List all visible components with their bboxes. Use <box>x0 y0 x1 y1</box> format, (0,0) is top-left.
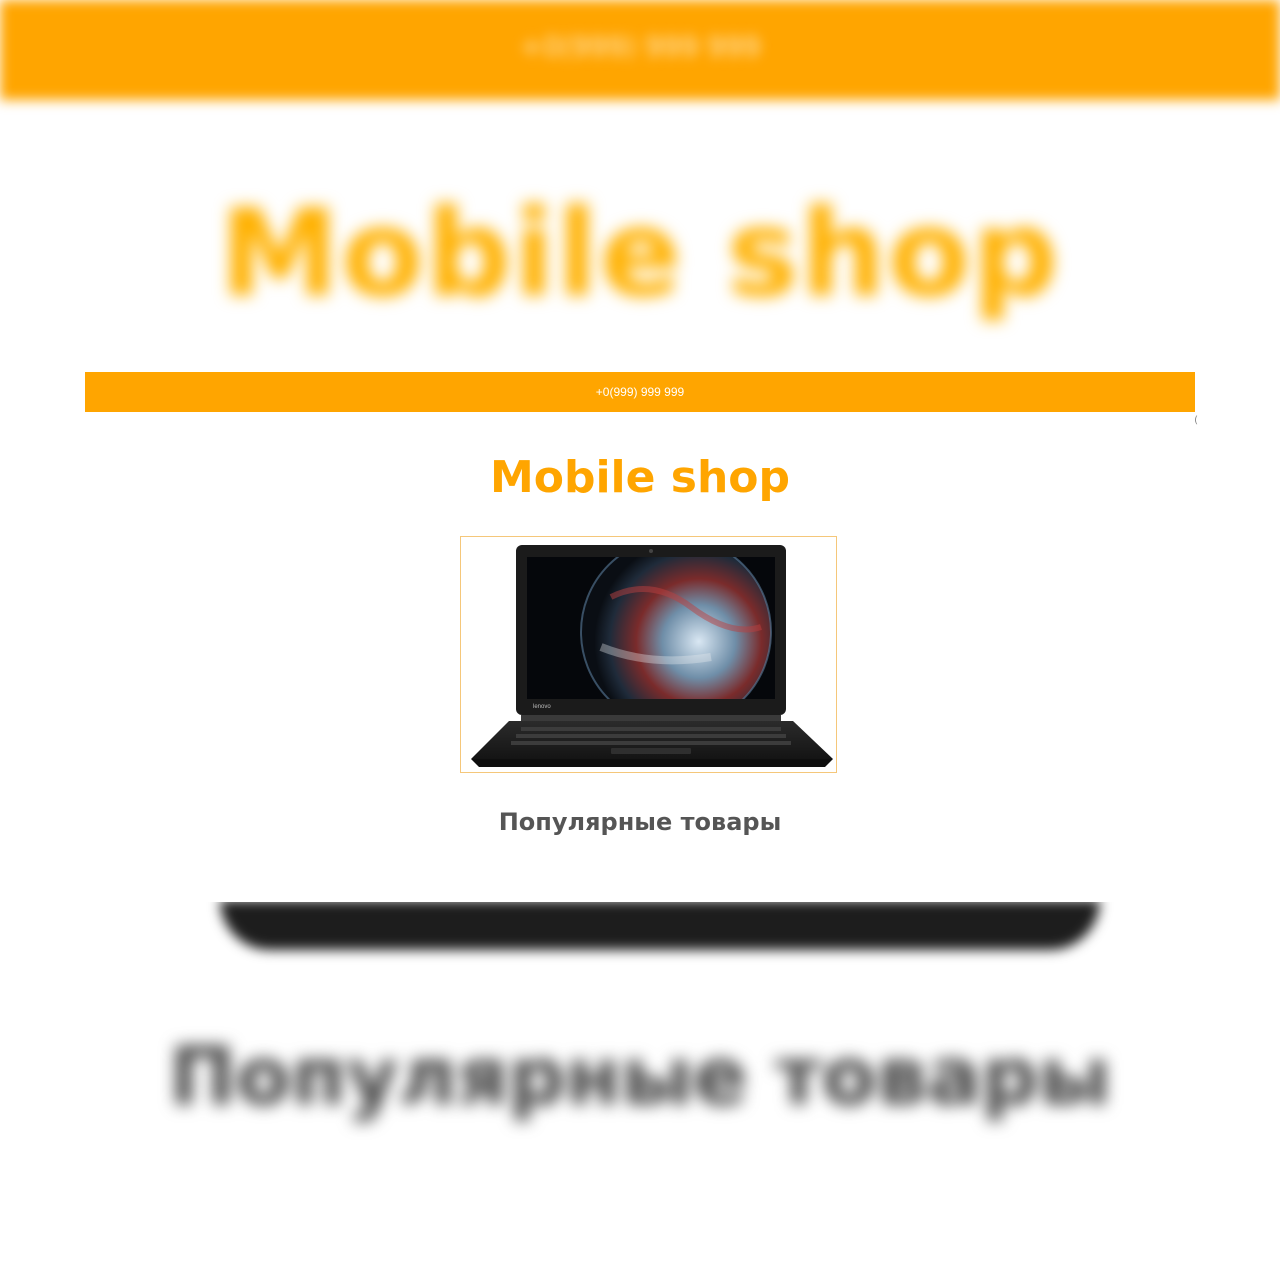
edge-glyph: ( <box>1194 415 1198 426</box>
popular-products-title: Популярные товары <box>498 808 782 836</box>
phone-number[interactable]: +0(999) 999 999 <box>596 385 684 399</box>
top-contact-bar: +0(999) 999 999 <box>85 372 1195 412</box>
blurred-site-title: Mobile shop <box>219 185 1061 324</box>
blurred-phone-text: +0(999) 999 999 <box>519 30 761 63</box>
site-title[interactable]: Mobile shop <box>85 412 1195 504</box>
page-content: +0(999) 999 999 ( Mobile shop lenovo Поп… <box>85 372 1198 902</box>
product-image-frame[interactable]: lenovo <box>460 536 837 773</box>
blurred-laptop-base <box>220 900 1100 950</box>
blurred-popular-title: Популярные товары <box>169 1030 1111 1123</box>
brand-mark: lenovo <box>533 704 551 710</box>
laptop-image: lenovo <box>471 545 833 767</box>
